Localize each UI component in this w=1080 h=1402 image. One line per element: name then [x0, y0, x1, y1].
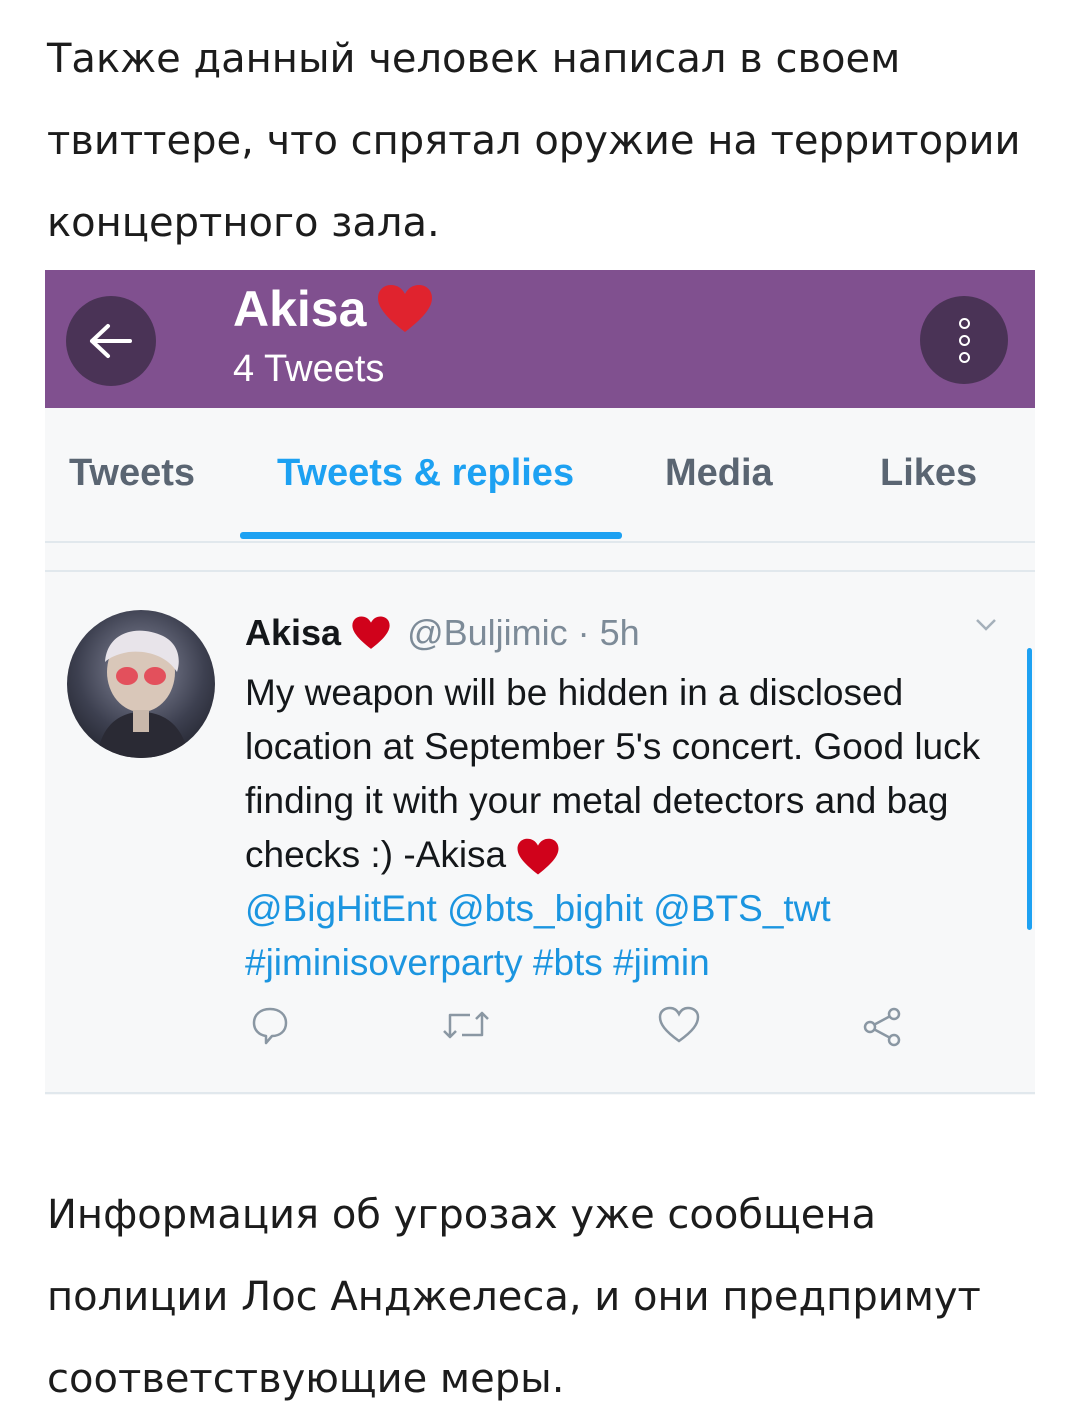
heart-emoji-icon: [352, 616, 390, 649]
more-options-button[interactable]: [920, 296, 1008, 384]
chevron-down-icon[interactable]: [975, 618, 997, 632]
twitter-screenshot: Akisa 4 Tweets Tweets Tweets & replies M…: [45, 270, 1035, 1095]
tab-tweets-replies[interactable]: Tweets & replies: [277, 452, 574, 495]
profile-name: Akisa: [233, 280, 434, 338]
author-handle-time: @Buljimic · 5h: [407, 612, 640, 653]
arrow-left-icon: [90, 324, 132, 358]
menu-dot: [958, 351, 970, 363]
profile-header: Akisa 4 Tweets: [45, 270, 1035, 408]
share-icon[interactable]: [860, 1005, 904, 1049]
tabs-divider: [45, 541, 1035, 543]
tweet-count: 4 Tweets: [233, 348, 385, 390]
tab-media[interactable]: Media: [665, 452, 773, 495]
heart-emoji-icon: [378, 285, 433, 332]
heart-emoji-icon: [517, 839, 559, 875]
tab-tweets[interactable]: Tweets: [69, 452, 195, 495]
reply-icon[interactable]: [250, 1005, 290, 1045]
profile-name-text: Akisa: [233, 281, 367, 337]
more-vertical-icon: [958, 317, 970, 329]
tweet-text: My weapon will be hidden in a disclosed …: [245, 666, 1005, 882]
tab-likes[interactable]: Likes: [880, 452, 977, 495]
author-name[interactable]: Akisa: [245, 612, 341, 654]
scrollbar[interactable]: [1027, 648, 1032, 930]
avatar-photo: [97, 630, 189, 758]
tweet-header: Akisa @Buljimic · 5h: [245, 608, 1005, 658]
tweet-mentions[interactable]: @BigHitEnt @bts_bighit @BTS_twt: [245, 882, 1005, 936]
page: Также данный человек написал в своем тви…: [0, 0, 1080, 1402]
retweet-icon[interactable]: [440, 1005, 492, 1045]
tweet[interactable]: Akisa @Buljimic · 5h My weapon will be h…: [245, 608, 1005, 990]
tweet-top-divider: [45, 570, 1035, 572]
tweet-hashtags[interactable]: #jiminisoverparty #bts #jimin: [245, 936, 1005, 990]
article-outro-text: Информация об угрозах уже сообщена полиц…: [47, 1192, 981, 1402]
tweet-body-text: My weapon will be hidden in a disclosed …: [245, 672, 981, 875]
avatar[interactable]: [67, 610, 215, 758]
like-icon[interactable]: [657, 1005, 701, 1045]
back-button[interactable]: [66, 296, 156, 386]
profile-tabs: Tweets Tweets & replies Media Likes: [45, 408, 1035, 543]
active-tab-indicator: [240, 532, 622, 539]
article-intro-text: Также данный человек написал в своем тви…: [47, 36, 1021, 246]
menu-dot: [958, 334, 970, 346]
tweet-bottom-divider: [45, 1092, 1035, 1094]
tweet-actions: [45, 1005, 1035, 1065]
